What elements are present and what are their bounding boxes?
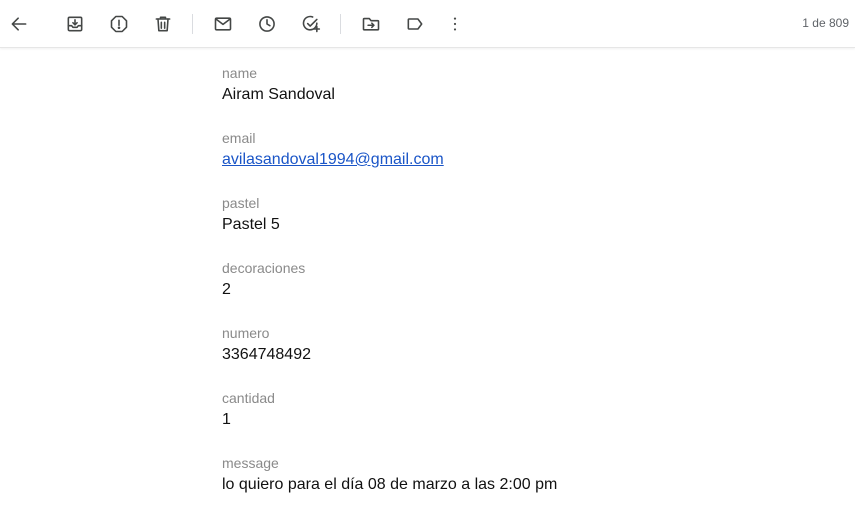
add-task-icon [302,15,321,33]
report-spam-button[interactable] [103,8,135,40]
field-message: message lo quiero para el día 08 de marz… [222,452,822,517]
label-icon [407,18,423,30]
delete-button[interactable] [147,8,179,40]
field-numero: numero 3364748492 [222,322,822,387]
field-label: numero [222,325,270,341]
field-label: cantidad [222,390,275,406]
clock-icon [259,16,275,32]
field-value: 3364748492 [222,346,311,363]
mail-icon [214,17,232,31]
arrow-left-icon [11,17,27,31]
field-decoraciones: decoraciones 2 [222,257,822,322]
trash-icon [155,16,171,32]
archive-button[interactable] [59,8,91,40]
mark-unread-button[interactable] [207,8,239,40]
snooze-button[interactable] [251,8,283,40]
field-value: 1 [222,411,231,428]
toolbar-divider [192,14,193,34]
field-value: Airam Sandoval [222,86,335,103]
more-options-button[interactable] [439,8,471,40]
archive-icon [67,16,83,32]
field-value: 2 [222,281,231,298]
move-to-button[interactable] [355,8,387,40]
field-name: name Airam Sandoval [222,62,822,127]
email-link[interactable]: avilasandoval1994@gmail.com [222,151,444,168]
field-cantidad: cantidad 1 [222,387,822,452]
message-counter: 1 de 809 [802,16,849,30]
add-to-tasks-button[interactable] [295,8,327,40]
back-button[interactable] [3,8,35,40]
spam-icon [110,15,128,33]
field-value: Pastel 5 [222,216,280,233]
field-label: pastel [222,195,260,211]
field-value: lo quiero para el día 08 de marzo a las … [222,476,558,493]
field-label: decoraciones [222,260,306,276]
field-label: message [222,455,279,471]
more-vertical-icon [453,17,457,31]
field-label: email [222,130,256,146]
message-toolbar: 1 de 809 [0,0,855,48]
labels-button[interactable] [399,8,431,40]
move-folder-icon [362,17,380,31]
toolbar-divider [340,14,341,34]
message-body: name Airam Sandoval email avilasandoval1… [222,62,822,517]
field-pastel: pastel Pastel 5 [222,192,822,257]
field-email: email avilasandoval1994@gmail.com [222,127,822,192]
field-value-wrapper: avilasandoval1994@gmail.com [222,149,822,171]
field-label: name [222,65,258,81]
